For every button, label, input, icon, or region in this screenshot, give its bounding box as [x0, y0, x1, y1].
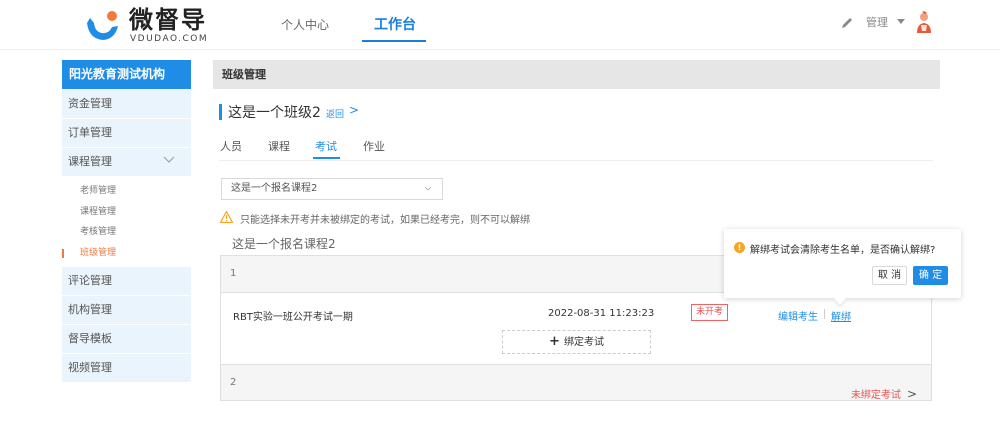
tab-active-indicator — [313, 157, 340, 159]
sidebar-item-videos[interactable]: 视频管理 — [62, 354, 191, 382]
sidebar-item-courses[interactable]: 课程管理 — [62, 148, 191, 176]
exam-name: RBT实验一班公开考试一期 — [233, 312, 353, 323]
bind-exam-button[interactable]: + 绑定考试 — [502, 330, 651, 354]
unbound-exam-link[interactable]: 未绑定考试 > — [851, 376, 917, 414]
link-separator — [824, 309, 825, 319]
sidebar-item-orders[interactable]: 订单管理 — [62, 119, 191, 147]
caret-down-icon[interactable] — [897, 19, 905, 24]
sidebar-item-comments[interactable]: 评论管理 — [62, 267, 191, 295]
course-title: 这是一个报名课程2 — [232, 237, 336, 251]
nav-workbench[interactable]: 工作台 — [374, 14, 416, 34]
course-select-value: 这是一个报名课程2 — [231, 183, 318, 194]
unbound-exam-label: 未绑定考试 — [850, 390, 901, 401]
chevron-right-icon: > — [906, 387, 917, 401]
cancel-button[interactable]: 取 消 — [872, 266, 907, 285]
top-header: 微督导 VDUDAO.COM 个人中心 工作台 管理 — [0, 0, 1000, 50]
sidebar-subitem-courses[interactable]: 课程管理 — [62, 202, 191, 223]
warning-icon — [220, 211, 233, 223]
breadcrumb: 班级管理 — [213, 60, 940, 89]
exam-row: RBT实验一班公开考试一期 2022-08-31 11:23:23 未开考 编辑… — [221, 292, 931, 364]
warning-text: 只能选择未开考并未被绑定的考试，如果已经考完，则不可以解绑 — [240, 215, 530, 226]
back-link[interactable]: 返回 — [326, 107, 344, 120]
user-menu-label[interactable]: 管理 — [866, 14, 888, 30]
tab-people[interactable]: 人员 — [220, 138, 242, 154]
edit-examinees-link[interactable]: 编辑考生 — [778, 308, 818, 323]
tab-exams[interactable]: 考试 — [315, 138, 337, 154]
tab-divider — [219, 160, 933, 161]
tab-homework[interactable]: 作业 — [363, 138, 385, 154]
chevron-right-icon[interactable]: > — [349, 103, 359, 117]
page-title: 这是一个班级2 — [228, 105, 321, 121]
sidebar-item-organization[interactable]: 机构管理 — [62, 296, 191, 324]
logo-subtext: VDUDAO.COM — [130, 34, 209, 44]
title-accent-bar — [219, 104, 222, 120]
sidebar-item-label: 课程管理 — [68, 155, 112, 168]
nav-active-indicator — [362, 40, 426, 42]
confirm-button[interactable]: 确 定 — [913, 266, 948, 285]
sidebar-subitem-teachers[interactable]: 老师管理 — [62, 181, 191, 202]
nav-personal-center[interactable]: 个人中心 — [281, 16, 329, 33]
tab-courses[interactable]: 课程 — [268, 138, 290, 154]
sidebar-org-title: 阳光教育测试机构 — [62, 60, 191, 89]
user-avatar-icon[interactable] — [915, 11, 933, 35]
sidebar-item-templates[interactable]: 督导模板 — [62, 325, 191, 353]
unbind-link[interactable]: 解绑 — [831, 308, 851, 323]
course-select[interactable]: 这是一个报名课程2 — [221, 178, 443, 200]
bind-exam-label: 绑定考试 — [563, 337, 604, 348]
status-badge: 未开考 — [691, 304, 729, 321]
sidebar: 阳光教育测试机构 资金管理 订单管理 课程管理 老师管理 课程管理 考核管理 班… — [62, 60, 191, 382]
sidebar-subitem-assessment[interactable]: 考核管理 — [62, 222, 191, 243]
chevron-down-icon — [163, 156, 175, 163]
plus-icon: + — [549, 334, 560, 349]
chevron-down-icon — [424, 186, 432, 191]
group-row-header[interactable]: 2 未绑定考试 > — [221, 364, 931, 401]
exam-date: 2022-08-31 11:23:23 — [548, 308, 655, 319]
sidebar-submenu: 老师管理 课程管理 考核管理 班级管理 — [62, 176, 191, 266]
sidebar-item-funds[interactable]: 资金管理 — [62, 90, 191, 118]
exclamation-icon: ! — [734, 242, 745, 253]
logo-text: 微督导 — [129, 6, 207, 34]
sidebar-subitem-classes[interactable]: 班级管理 — [62, 243, 191, 264]
popover-message: 解绑考试会清除考生名单，是否确认解绑? — [750, 245, 936, 256]
pencil-icon[interactable] — [840, 16, 854, 30]
logo[interactable]: 微督导 VDUDAO.COM — [85, 7, 225, 47]
unbind-confirm-popover: ! 解绑考试会清除考生名单，是否确认解绑? 取 消 确 定 — [724, 229, 961, 305]
logo-icon — [87, 11, 118, 40]
group-index: 2 — [230, 377, 237, 388]
